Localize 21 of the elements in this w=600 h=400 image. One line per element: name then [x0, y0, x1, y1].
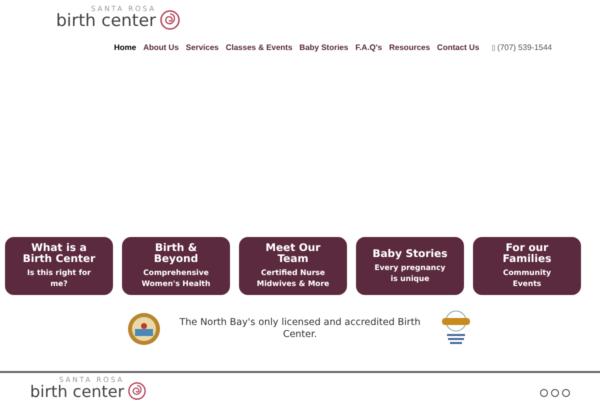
tagline: The North Bay's only licensed and accredited Birth Center.: [178, 317, 422, 341]
nav-link[interactable]: About Us: [141, 42, 181, 54]
nav-link[interactable]: Services: [184, 42, 221, 54]
state-seal-icon: [127, 312, 161, 346]
nav-link[interactable]: Baby Stories: [297, 42, 350, 54]
nav-link[interactable]: F.A.Q's: [353, 42, 384, 54]
nav-link[interactable]: Contact Us: [435, 42, 482, 54]
phone-number: (707) 539-1544: [497, 42, 552, 54]
rose-logo-icon: [160, 10, 180, 30]
card-title: Baby Stories: [372, 248, 448, 260]
nav-link[interactable]: Resources: [387, 42, 432, 54]
card-title: For our Families: [502, 243, 552, 265]
card-title: Meet Our Team: [264, 243, 322, 265]
nav-link[interactable]: Classes & Events: [224, 42, 294, 54]
rose-logo-icon: [128, 382, 146, 400]
logo-text: birth center: [30, 384, 124, 400]
nav-link[interactable]: Home: [112, 42, 138, 54]
logo-text: birth center: [56, 13, 156, 30]
card-title: Birth & Beyond: [152, 243, 200, 265]
phone-icon: [492, 44, 496, 51]
card-title: What is a Birth Center: [22, 243, 96, 265]
